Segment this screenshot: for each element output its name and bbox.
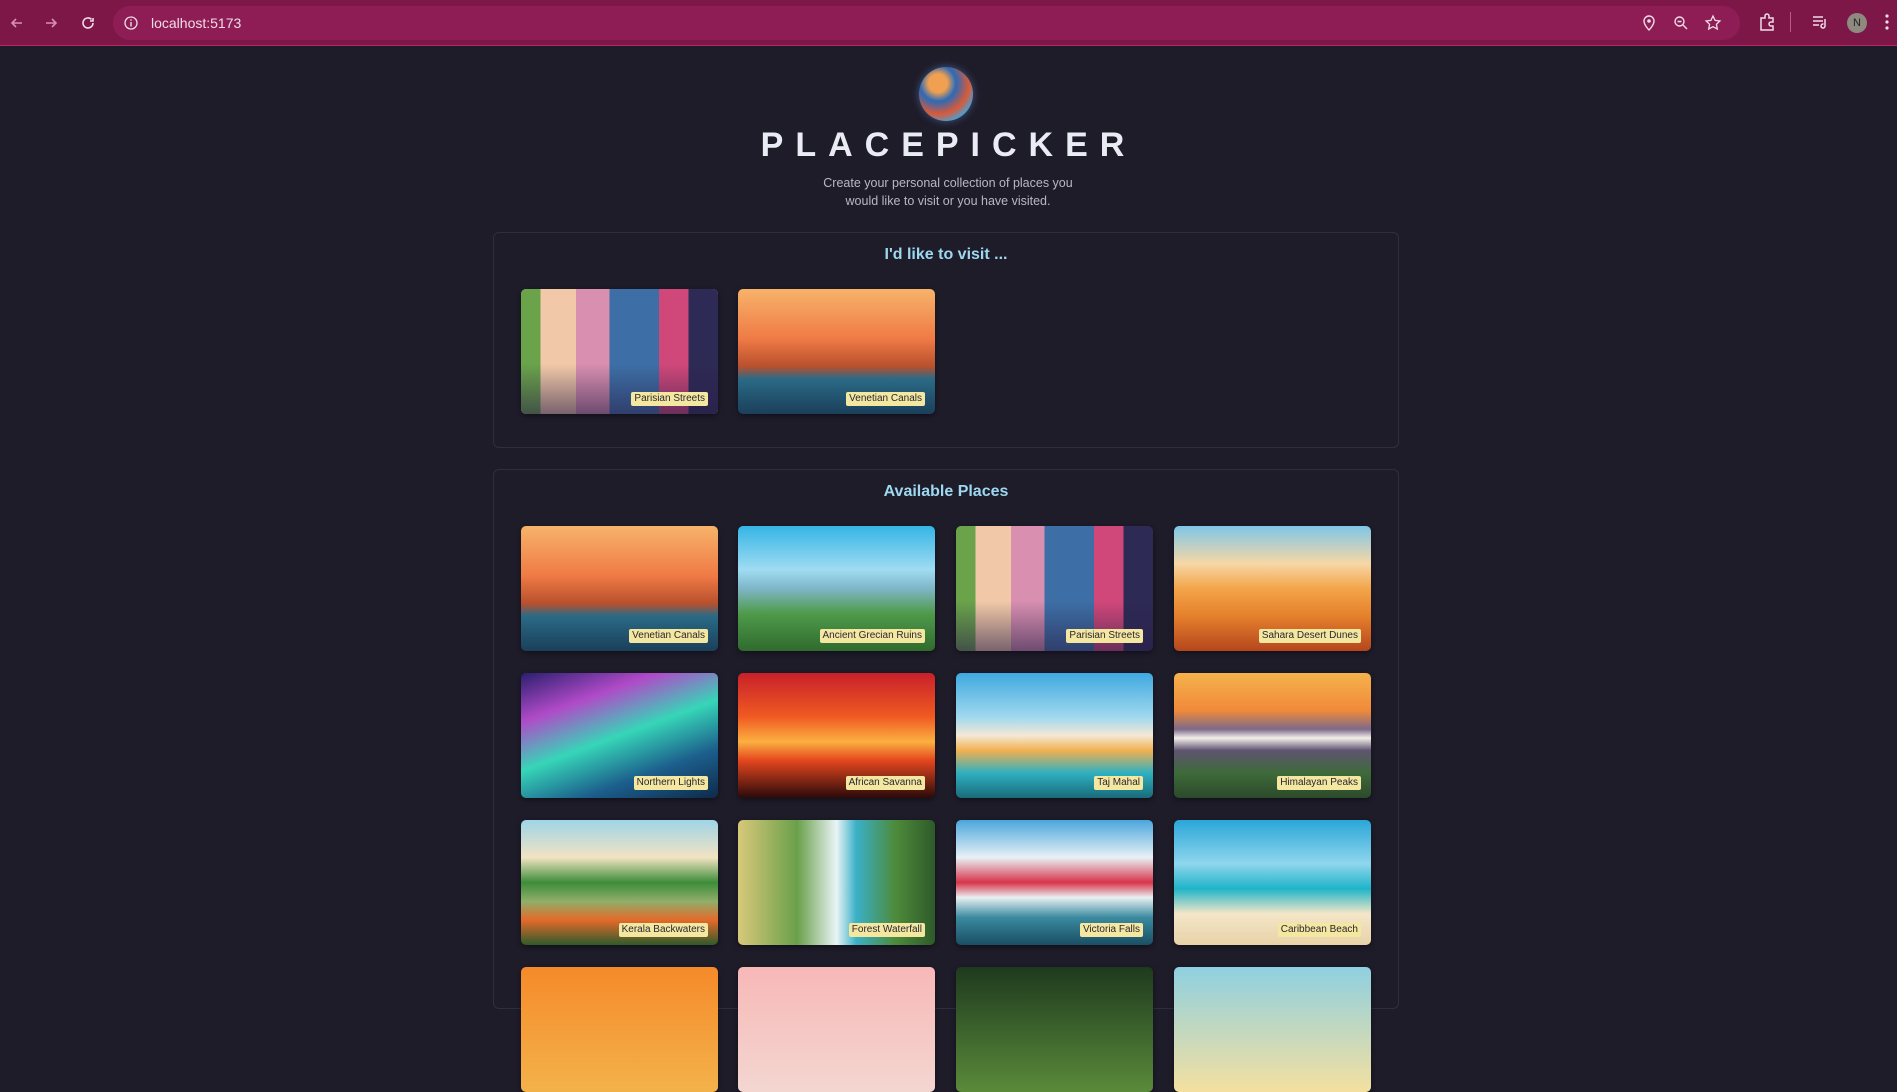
site-info-icon[interactable] xyxy=(123,15,139,31)
place-label: Caribbean Beach xyxy=(1277,923,1361,937)
place-label: Sahara Desert Dunes xyxy=(1258,629,1361,643)
bookmark-star-icon[interactable] xyxy=(1704,14,1722,32)
place-card[interactable] xyxy=(738,967,935,1092)
place-image xyxy=(738,967,935,1092)
back-arrow-icon[interactable] xyxy=(5,11,29,35)
place-label: Northern Lights xyxy=(633,776,708,790)
place-card[interactable]: Taj Mahal xyxy=(956,673,1153,798)
place-label: Parisian Streets xyxy=(1066,629,1143,643)
menu-dots-icon[interactable] xyxy=(1881,12,1893,32)
place-card[interactable]: Sahara Desert Dunes xyxy=(1174,526,1371,651)
reload-icon[interactable] xyxy=(76,11,100,35)
place-label: Venetian Canals xyxy=(846,392,925,406)
place-label: Kerala Backwaters xyxy=(618,923,708,937)
place-card[interactable]: African Savanna xyxy=(738,673,935,798)
page-subtitle: Create your personal collection of place… xyxy=(823,176,1073,208)
place-card[interactable]: Kerala Backwaters xyxy=(521,820,718,945)
wishlist-title: I'd like to visit ... xyxy=(884,246,1008,263)
toolbar-divider xyxy=(1790,12,1791,32)
place-card[interactable]: Parisian Streets xyxy=(521,289,718,414)
place-card[interactable]: Venetian Canals xyxy=(738,289,935,414)
place-label: Parisian Streets xyxy=(631,392,708,406)
place-image xyxy=(521,967,718,1092)
available-places-section: Available Places Venetian Canals Ancient… xyxy=(493,469,1399,1092)
place-image xyxy=(956,967,1153,1092)
globe-logo-icon xyxy=(919,67,973,121)
place-image xyxy=(1174,967,1371,1092)
place-card[interactable]: Parisian Streets xyxy=(956,526,1153,651)
page-title: PLACEPICKER xyxy=(760,126,1137,164)
place-label: Taj Mahal xyxy=(1094,776,1143,790)
place-card[interactable] xyxy=(521,967,718,1092)
zoom-icon[interactable] xyxy=(1672,14,1690,32)
wishlist-section: I'd like to visit ... Parisian Streets V… xyxy=(493,232,1399,448)
place-card[interactable]: Himalayan Peaks xyxy=(1174,673,1371,798)
place-label: Ancient Grecian Ruins xyxy=(819,629,925,643)
place-label: Himalayan Peaks xyxy=(1277,776,1361,790)
available-places-title: Available Places xyxy=(883,483,1009,500)
place-card[interactable] xyxy=(1174,967,1371,1092)
profile-avatar[interactable]: N xyxy=(1847,13,1867,33)
url-text[interactable]: localhost:5173 xyxy=(151,15,241,31)
place-label: Venetian Canals xyxy=(629,629,708,643)
place-card[interactable]: Forest Waterfall xyxy=(738,820,935,945)
place-card[interactable]: Venetian Canals xyxy=(521,526,718,651)
place-label: Forest Waterfall xyxy=(848,923,925,937)
place-card[interactable]: Victoria Falls xyxy=(956,820,1153,945)
media-queue-icon[interactable] xyxy=(1810,12,1830,32)
browser-toolbar: localhost:5173 N xyxy=(0,0,1897,46)
place-card[interactable]: Ancient Grecian Ruins xyxy=(738,526,935,651)
address-bar[interactable]: localhost:5173 xyxy=(113,6,1740,40)
place-label: African Savanna xyxy=(845,776,925,790)
place-card[interactable]: Northern Lights xyxy=(521,673,718,798)
forward-arrow-icon[interactable] xyxy=(39,11,63,35)
place-card[interactable]: Caribbean Beach xyxy=(1174,820,1371,945)
extensions-icon[interactable] xyxy=(1757,12,1777,32)
location-icon[interactable] xyxy=(1640,14,1658,32)
place-card[interactable] xyxy=(956,967,1153,1092)
place-label: Victoria Falls xyxy=(1079,923,1143,937)
